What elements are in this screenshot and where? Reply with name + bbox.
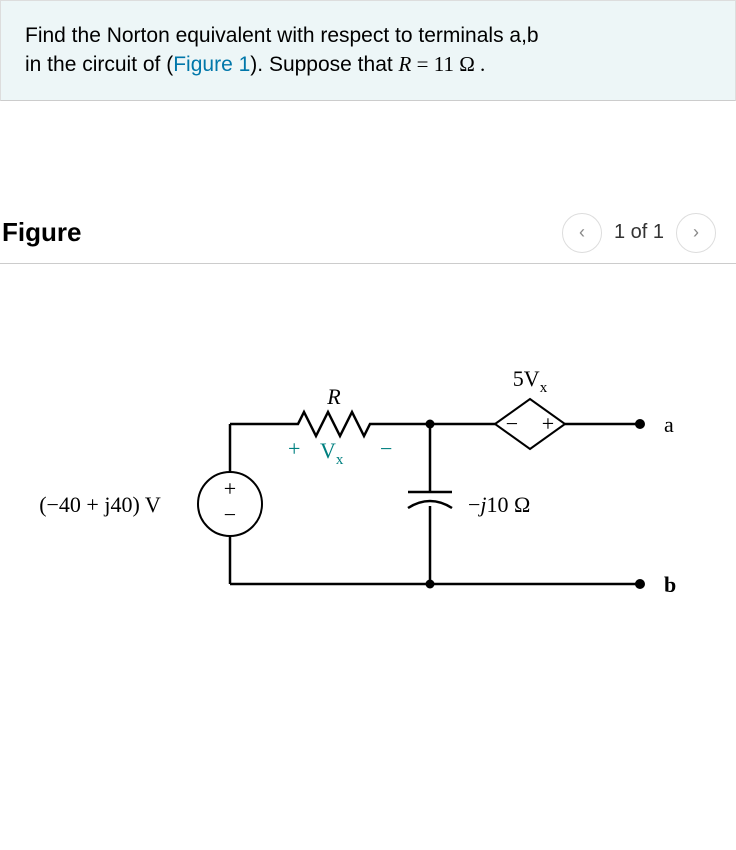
prev-figure-button[interactable]: ‹ [562,213,602,253]
vx-minus: − [380,436,392,461]
figure-title: Figure [0,217,81,248]
figure-pager: ‹ 1 of 1 › [562,213,736,253]
node-bottom-cap [426,579,435,588]
terminal-a-node [635,419,645,429]
problem-eq: = 11 Ω . [411,52,485,76]
problem-statement: Find the Norton equivalent with respect … [0,0,736,101]
resistor-R [290,412,378,436]
dep-pos: + [542,411,554,436]
source-label: (−40 + j40) V [39,492,161,517]
resistor-label: R [326,384,341,409]
figure-link[interactable]: Figure 1 [173,53,250,76]
pager-text: 1 of 1 [614,221,664,244]
dep-neg: − [506,411,518,436]
circuit-diagram: + − (−40 + j40) V R + Vx − − + 5Vx a −j1… [0,264,736,764]
variable-R: R [399,52,412,76]
problem-line1: Find the Norton equivalent with respect … [25,24,539,47]
figure-header: Figure ‹ 1 of 1 › [0,201,736,264]
problem-line2-pre: in the circuit of ( [25,53,173,76]
cap-label: −j10 Ω [468,492,530,517]
vx-label: Vx [320,438,344,468]
source-plus: + [224,476,236,501]
problem-line2-mid: ). Suppose that [250,53,398,76]
next-figure-button[interactable]: › [676,213,716,253]
terminal-b-label: b [664,572,676,597]
terminal-a-label: a [664,412,674,437]
dep-label: 5Vx [513,366,548,396]
vx-plus: + [288,436,300,461]
terminal-b-node [635,579,645,589]
source-minus: − [224,502,236,527]
